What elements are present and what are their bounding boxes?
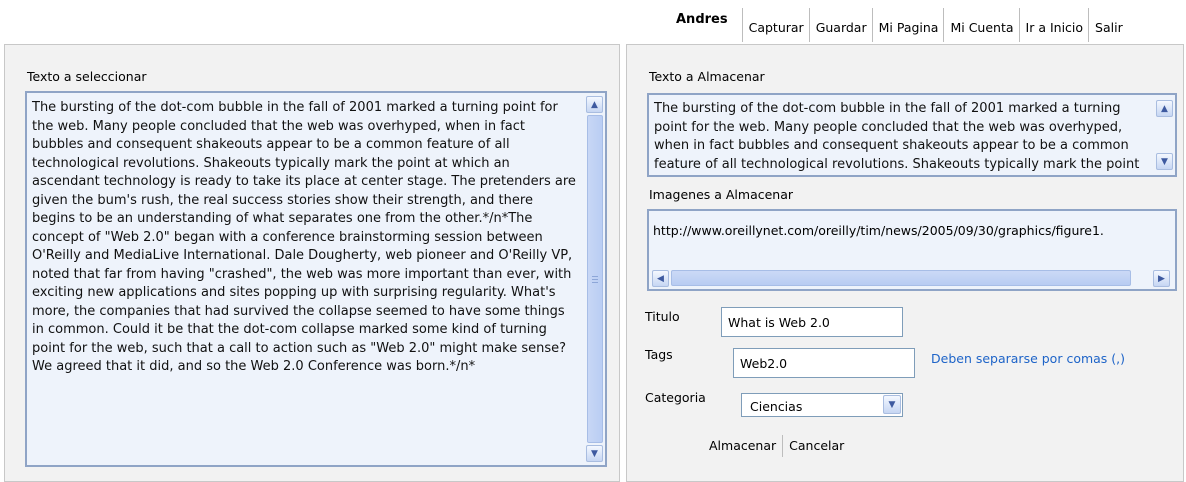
scroll-down-icon[interactable]: ▼: [586, 445, 603, 462]
categoria-label: Categoria: [645, 390, 706, 405]
nav-mi-pagina[interactable]: Mi Pagina: [871, 8, 944, 42]
scroll-left-icon[interactable]: ◀: [652, 270, 669, 287]
nav-ir-a-inicio[interactable]: Ir a Inicio: [1018, 8, 1089, 42]
images-hscrollbar[interactable]: ◀ ▶: [649, 267, 1175, 289]
store-text-content: The bursting of the dot-com bubble in th…: [654, 101, 1140, 172]
nav-menu: Capturar Guardar Mi Pagina Mi Cuenta Ir …: [741, 8, 1128, 42]
store-panel: Texto a Almacenar The bursting of the do…: [626, 44, 1184, 482]
tags-label: Tags: [645, 347, 673, 362]
store-text-scrollbar[interactable]: ▲ ▼: [1155, 95, 1175, 175]
scroll-right-icon[interactable]: ▶: [1153, 270, 1170, 287]
nav-mi-cuenta[interactable]: Mi Cuenta: [943, 8, 1018, 42]
source-text-panel: Texto a seleccionar The bursting of the …: [4, 44, 620, 482]
source-text-scrollbar[interactable]: ▲ ▼: [585, 93, 605, 465]
store-text-label: Texto a Almacenar: [649, 69, 765, 84]
titulo-input[interactable]: [721, 307, 903, 337]
top-navigation: Andres Capturar Guardar Mi Pagina Mi Cue…: [664, 8, 1128, 42]
form-actions: Almacenar Cancelar: [703, 435, 850, 457]
chevron-down-icon[interactable]: ▼: [883, 395, 901, 414]
source-text-area[interactable]: The bursting of the dot-com bubble in th…: [25, 91, 607, 467]
nav-salir[interactable]: Salir: [1088, 8, 1128, 42]
store-text-area[interactable]: The bursting of the dot-com bubble in th…: [647, 93, 1177, 177]
image-url: http://www.oreillynet.com/oreilly/tim/ne…: [653, 223, 1104, 238]
images-label: Imagenes a Almacenar: [649, 187, 794, 202]
categoria-value: Ciencias: [750, 399, 803, 414]
scroll-up-icon[interactable]: ▲: [586, 96, 603, 113]
scroll-thumb[interactable]: [587, 115, 603, 443]
images-list[interactable]: http://www.oreillynet.com/oreilly/tim/ne…: [647, 209, 1177, 291]
tags-hint: Deben separarse por comas (,): [931, 351, 1126, 366]
nav-capturar[interactable]: Capturar: [741, 8, 809, 42]
scroll-up-icon[interactable]: ▲: [1156, 100, 1173, 117]
username: Andres: [676, 12, 728, 27]
source-text-content: The bursting of the dot-com bubble in th…: [32, 100, 576, 374]
cancel-button[interactable]: Cancelar: [783, 438, 850, 457]
categoria-select[interactable]: Ciencias ▼: [741, 393, 903, 417]
titulo-label: Titulo: [645, 309, 680, 324]
tags-input[interactable]: [733, 348, 915, 378]
scroll-down-icon[interactable]: ▼: [1156, 153, 1173, 170]
nav-guardar[interactable]: Guardar: [808, 8, 872, 42]
source-text-label: Texto a seleccionar: [27, 69, 147, 84]
hscroll-thumb[interactable]: [671, 270, 1131, 286]
save-button[interactable]: Almacenar: [703, 438, 782, 457]
